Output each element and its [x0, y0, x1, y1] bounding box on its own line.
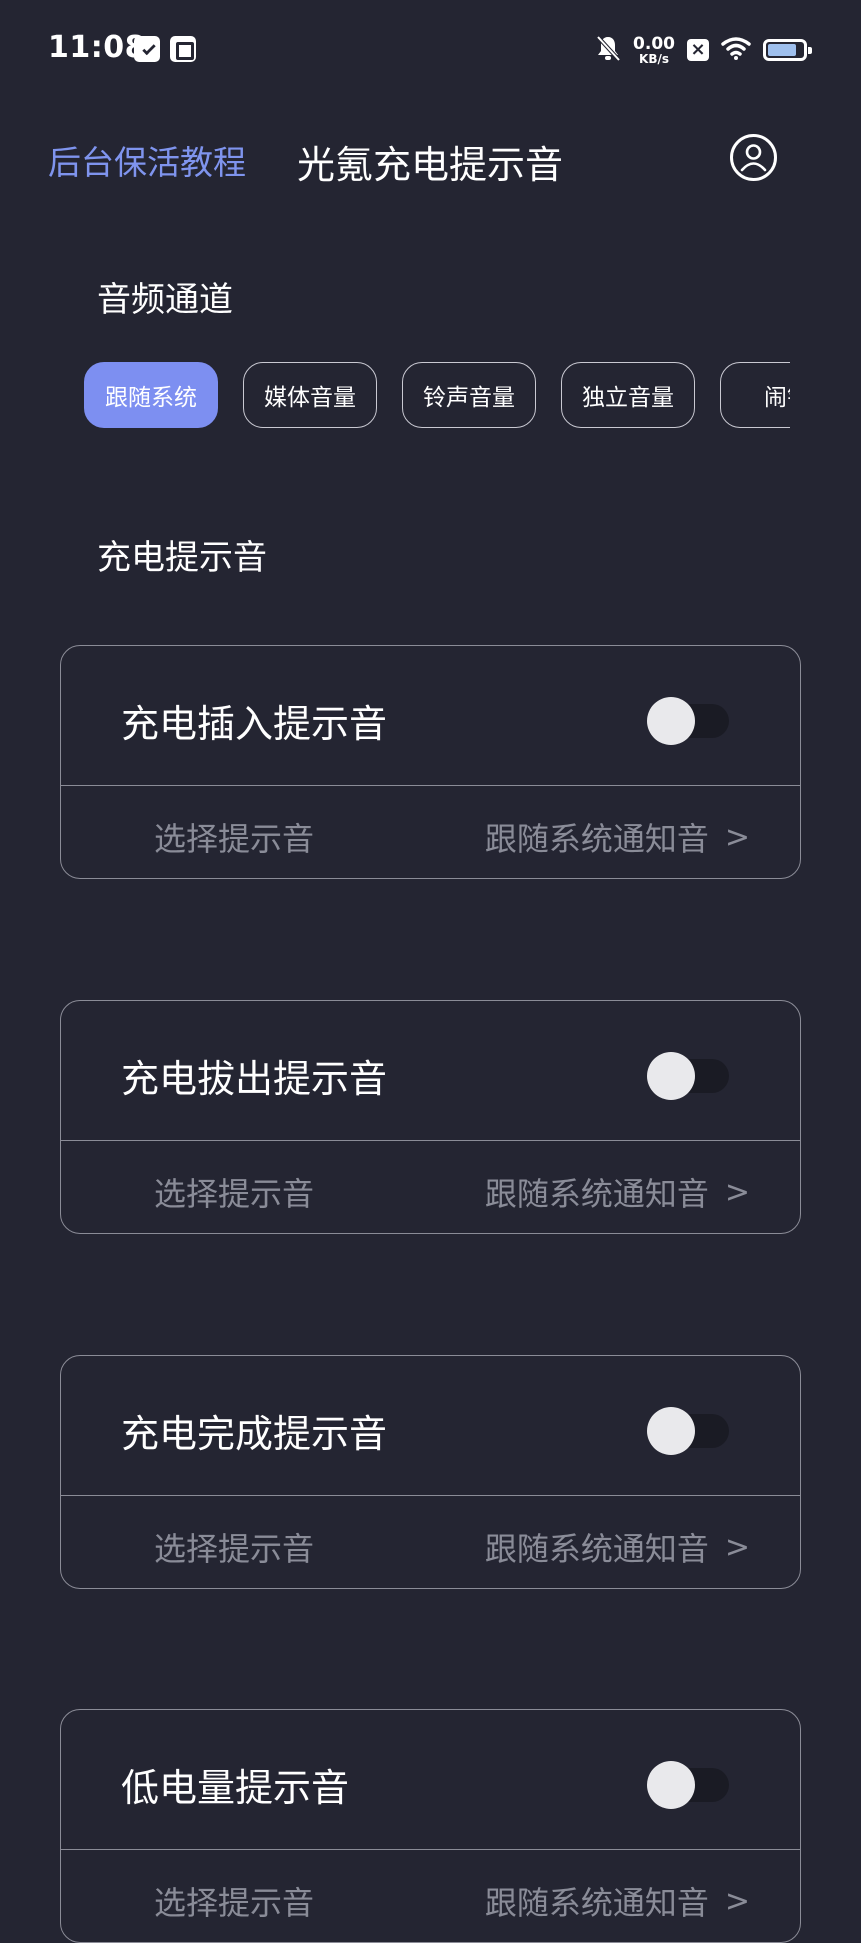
toggle-knob [647, 1761, 695, 1809]
pick-sound-label[interactable]: 选择提示音 [154, 814, 314, 860]
page-title: 光氪充电提示音 [297, 143, 564, 187]
wifi-icon [721, 36, 751, 64]
status-bar: 11:08 0.00 KB/s × [0, 0, 861, 100]
low-battery-sound-toggle[interactable] [647, 1761, 729, 1809]
battery-fill [768, 44, 797, 56]
net-speed-unit: KB/s [639, 51, 670, 66]
chip-alarm[interactable]: 闹钟 [720, 362, 790, 428]
pick-sound-value-text: 跟随系统通知音 [484, 820, 709, 858]
card-full-charge-sound: 充电完成提示音 选择提示音 跟随系统通知音 > [60, 1355, 801, 1589]
card-title: 充电完成提示音 [121, 1412, 388, 1456]
full-charge-sound-toggle[interactable] [647, 1407, 729, 1455]
chevron-right-icon: > [724, 1529, 750, 1565]
notes-icon [170, 36, 196, 62]
card-header: 充电完成提示音 [61, 1356, 800, 1496]
bell-off-icon [595, 34, 621, 66]
toggle-knob [647, 1407, 695, 1455]
chip-independent-volume[interactable]: 独立音量 [561, 362, 695, 428]
chip-media-volume[interactable]: 媒体音量 [243, 362, 377, 428]
pick-sound-value[interactable]: 跟随系统通知音 > [485, 1524, 750, 1570]
card-plug-in-sound: 充电插入提示音 选择提示音 跟随系统通知音 > [60, 645, 801, 879]
card-header: 充电拔出提示音 [61, 1001, 800, 1141]
chip-ringtone-volume[interactable]: 铃声音量 [402, 362, 536, 428]
status-right-group: 0.00 KB/s × [595, 32, 813, 68]
charge-sounds-heading: 充电提示音 [97, 538, 267, 578]
pick-sound-value-text: 跟随系统通知音 [484, 1530, 709, 1568]
audio-channel-heading: 音频通道 [97, 280, 233, 320]
card-title: 低电量提示音 [121, 1766, 350, 1810]
close-box-icon: × [687, 39, 709, 61]
chip-follow-system[interactable]: 跟随系统 [84, 362, 218, 428]
card-unplug-sound: 充电拔出提示音 选择提示音 跟随系统通知音 > [60, 1000, 801, 1234]
pick-sound-value[interactable]: 跟随系统通知音 > [485, 1878, 750, 1924]
pick-sound-label[interactable]: 选择提示音 [154, 1878, 314, 1924]
net-speed: 0.00 KB/s [633, 33, 675, 66]
battery-icon [763, 39, 812, 61]
message-icon [134, 36, 160, 62]
pick-sound-value[interactable]: 跟随系统通知音 > [485, 1169, 750, 1215]
tutorial-link[interactable]: 后台保活教程 [48, 136, 246, 184]
user-icon [740, 144, 767, 172]
chevron-right-icon: > [724, 1174, 750, 1210]
toggle-knob [647, 1052, 695, 1100]
audio-channel-chips: 跟随系统 媒体音量 铃声音量 独立音量 闹钟 [84, 362, 790, 430]
status-time: 11:08 [48, 30, 146, 65]
pick-sound-value-text: 跟随系统通知音 [484, 1884, 709, 1922]
pick-sound-label[interactable]: 选择提示音 [154, 1169, 314, 1215]
card-header: 低电量提示音 [61, 1710, 800, 1850]
unplug-sound-toggle[interactable] [647, 1052, 729, 1100]
card-title: 充电拔出提示音 [121, 1057, 388, 1101]
pick-sound-value[interactable]: 跟随系统通知音 > [485, 814, 750, 860]
pick-sound-label[interactable]: 选择提示音 [154, 1524, 314, 1570]
pick-sound-value-text: 跟随系统通知音 [484, 1175, 709, 1213]
net-speed-value: 0.00 [633, 33, 675, 54]
chevron-right-icon: > [724, 1883, 750, 1919]
card-header: 充电插入提示音 [61, 646, 800, 786]
plug-in-sound-toggle[interactable] [647, 697, 729, 745]
chevron-right-icon: > [724, 819, 750, 855]
card-low-battery-sound: 低电量提示音 选择提示音 跟随系统通知音 > [60, 1709, 801, 1943]
user-button[interactable] [730, 134, 777, 181]
card-title: 充电插入提示音 [121, 702, 388, 746]
toggle-knob [647, 697, 695, 745]
